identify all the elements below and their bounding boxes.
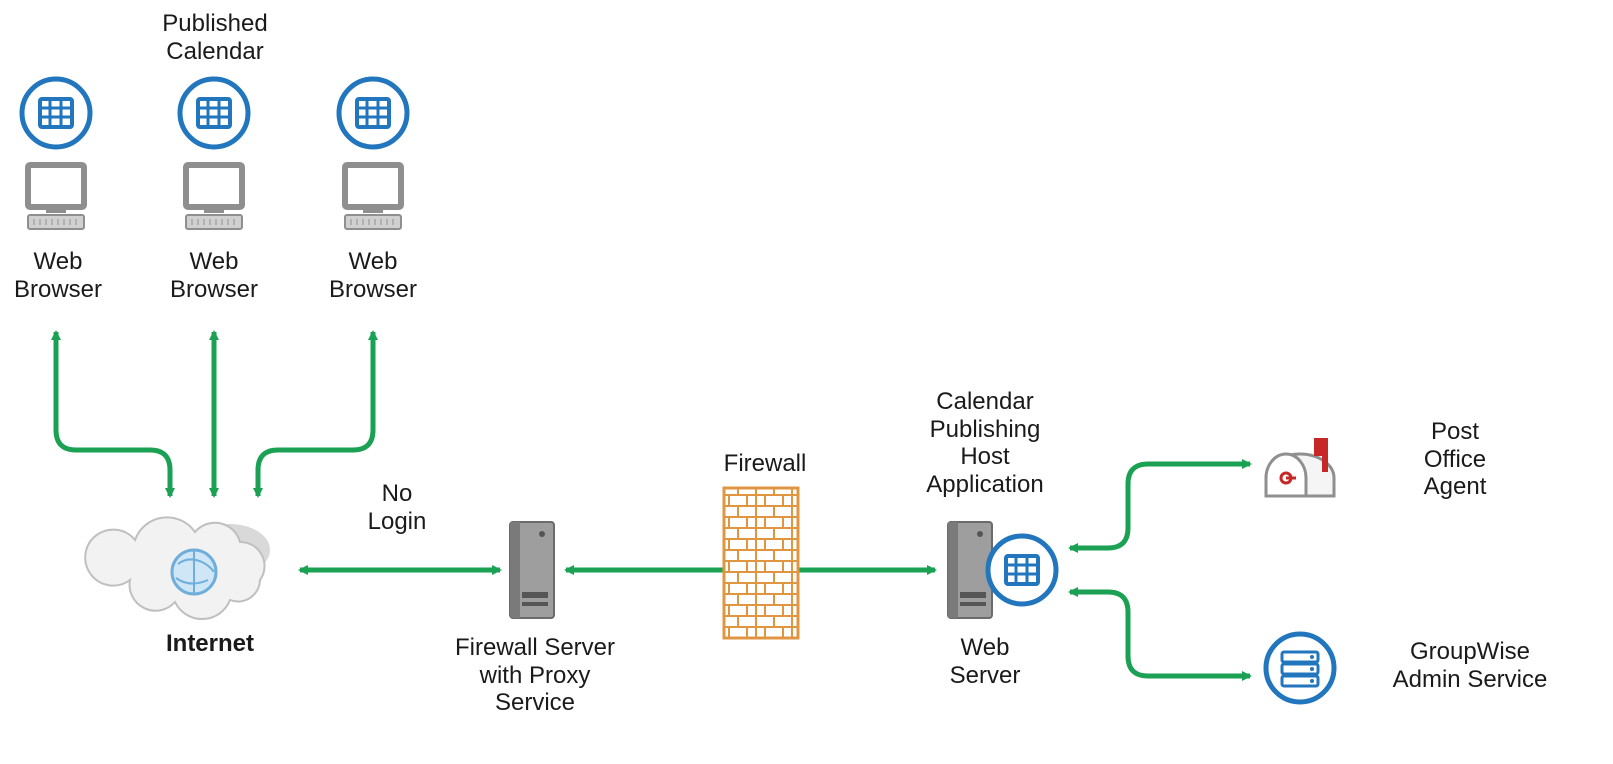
- calendar-icon: [180, 79, 248, 147]
- calendar-icon: [339, 79, 407, 147]
- label-web-browser-2: Web Browser: [164, 248, 264, 303]
- firewall-icon: [724, 488, 798, 638]
- arrow-browser3-internet: [258, 332, 373, 496]
- cloud-internet-icon: [85, 517, 270, 619]
- arrow-browser1-internet: [56, 332, 170, 496]
- arrow-webserver-groupwise: [1070, 592, 1250, 676]
- label-internet: Internet: [150, 630, 270, 658]
- computer-icon: [28, 165, 84, 229]
- computer-icon: [345, 165, 401, 229]
- label-firewall: Firewall: [710, 450, 820, 478]
- label-no-login: No Login: [352, 480, 442, 535]
- connectors: [56, 332, 1250, 676]
- server-tower-icon: [948, 522, 992, 618]
- label-cph-app: Calendar Publishing Host Application: [900, 388, 1070, 498]
- label-groupwise-admin: GroupWise Admin Service: [1360, 638, 1580, 693]
- calendar-badge-icon: [988, 536, 1056, 604]
- label-web-browser-3: Web Browser: [323, 248, 423, 303]
- calendar-icon: [22, 79, 90, 147]
- label-web-server: Web Server: [930, 634, 1040, 689]
- label-post-office-agent: Post Office Agent: [1390, 418, 1520, 501]
- admin-service-icon: [1266, 634, 1334, 702]
- label-firewall-server: Firewall Server with Proxy Service: [430, 634, 640, 717]
- computer-icon: [186, 165, 242, 229]
- server-tower-icon: [510, 522, 554, 618]
- mailbox-icon: [1266, 438, 1334, 496]
- arrow-webserver-postoffice: [1070, 464, 1250, 548]
- label-web-browser-1: Web Browser: [8, 248, 108, 303]
- label-published-calendar: Published Calendar: [150, 10, 280, 65]
